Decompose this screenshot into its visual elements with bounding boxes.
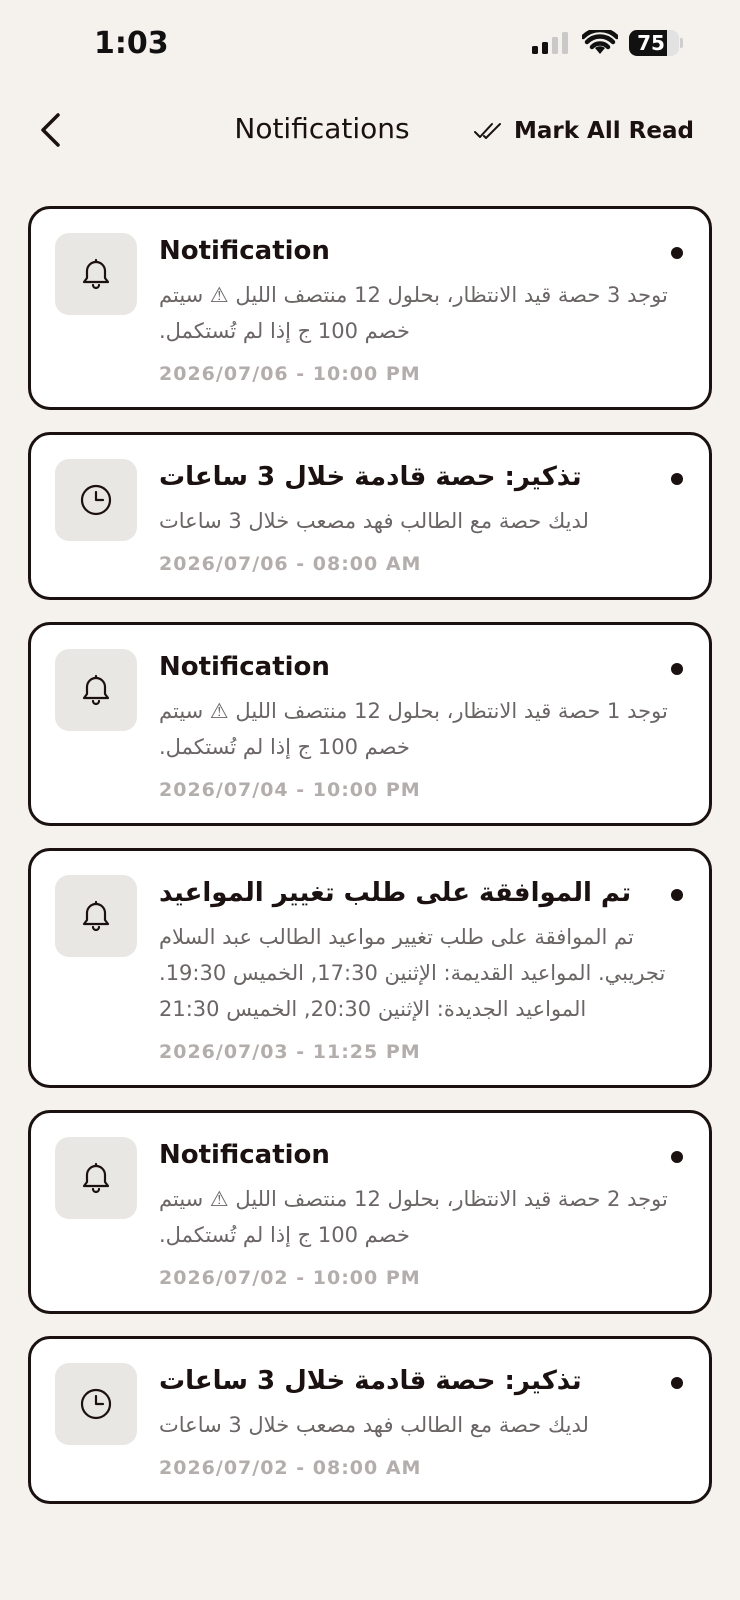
notification-title: تذكير: حصة قادمة خلال 3 ساعات (159, 1366, 582, 1396)
notification-body: توجد 2 حصة قيد الانتظار، بحلول 12 منتصف … (159, 1187, 668, 1247)
notification-body: توجد 3 حصة قيد الانتظار، بحلول 12 منتصف … (159, 283, 668, 343)
notification-icon-box (55, 459, 137, 541)
notification-icon-box (55, 649, 137, 731)
notification-title: تذكير: حصة قادمة خلال 3 ساعات (159, 462, 582, 492)
unread-dot (671, 663, 683, 675)
mark-all-read-button[interactable]: Mark All Read (474, 114, 694, 148)
notification-date: 2026/07/02 - 08:00 AM (159, 1457, 422, 1479)
notification-title: تم الموافقة على طلب تغيير المواعيد (159, 878, 632, 908)
notification-title: Notification (159, 1140, 330, 1170)
notification-date: 2026/07/06 - 10:00 PM (159, 363, 421, 385)
notification-card[interactable]: Notification توجد 3 حصة قيد الانتظار، بحل… (28, 206, 712, 410)
notification-icon-box (55, 1363, 137, 1445)
notification-card[interactable]: تذكير: حصة قادمة خلال 3 ساعات لديك حصة مع… (28, 1336, 712, 1504)
chevron-left-icon (41, 113, 60, 147)
notification-title: Notification (159, 236, 330, 266)
notification-icon-box (55, 875, 137, 957)
battery-percentage: 75 (637, 31, 665, 55)
notification-date: 2026/07/06 - 08:00 AM (159, 553, 422, 575)
notification-body: لديك حصة مع الطالب فهد مصعب خلال 3 ساعات (159, 1413, 589, 1437)
battery-tip (680, 38, 683, 48)
status-bar: 1:03 75 (0, 0, 740, 90)
notification-card[interactable]: Notification توجد 1 حصة قيد الانتظار، بحل… (28, 622, 712, 826)
notification-title: Notification (159, 652, 330, 682)
unread-dot (671, 889, 683, 901)
clock-icon (80, 1388, 112, 1420)
notification-body: تم الموافقة على طلب تغيير مواعيد الطالب … (159, 925, 666, 1021)
notification-list: Notification توجد 3 حصة قيد الانتظار، بحل… (28, 206, 712, 1526)
page-title: Notifications (234, 112, 410, 145)
bell-icon (82, 1162, 110, 1194)
back-button[interactable] (30, 108, 70, 152)
notification-body: توجد 1 حصة قيد الانتظار، بحلول 12 منتصف … (159, 699, 668, 759)
notification-card[interactable]: Notification توجد 2 حصة قيد الانتظار، بحل… (28, 1110, 712, 1314)
battery-indicator: 75 (629, 30, 679, 56)
notification-date: 2026/07/04 - 10:00 PM (159, 779, 421, 801)
status-time: 1:03 (94, 26, 169, 61)
notification-date: 2026/07/02 - 10:00 PM (159, 1267, 421, 1289)
notification-icon-box (55, 233, 137, 315)
notification-card[interactable]: تم الموافقة على طلب تغيير المواعيد تم الم… (28, 848, 712, 1088)
unread-dot (671, 247, 683, 259)
wifi-icon (582, 30, 618, 54)
cellular-signal-icon (532, 32, 568, 54)
bell-icon (82, 674, 110, 706)
bell-icon (82, 900, 110, 932)
notification-body: لديك حصة مع الطالب فهد مصعب خلال 3 ساعات (159, 509, 589, 533)
clock-icon (80, 484, 112, 516)
unread-dot (671, 473, 683, 485)
mark-all-read-label: Mark All Read (514, 118, 694, 144)
header: Notifications Mark All Read (0, 90, 740, 170)
unread-dot (671, 1377, 683, 1389)
notification-icon-box (55, 1137, 137, 1219)
unread-dot (671, 1151, 683, 1163)
bell-icon (82, 258, 110, 290)
double-check-icon (474, 123, 501, 139)
notification-card[interactable]: تذكير: حصة قادمة خلال 3 ساعات لديك حصة مع… (28, 432, 712, 600)
notification-date: 2026/07/03 - 11:25 PM (159, 1041, 421, 1063)
